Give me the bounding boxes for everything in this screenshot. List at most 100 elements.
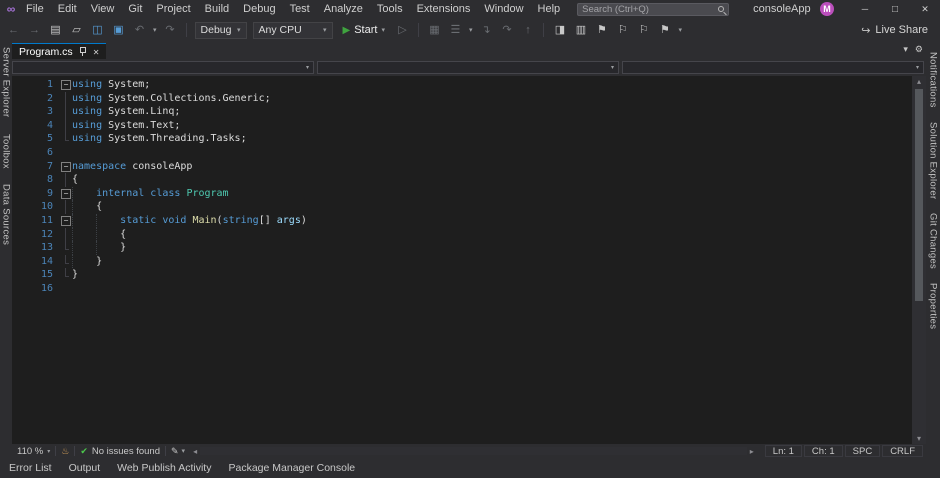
- editor-options-gear-icon[interactable]: ⚙: [915, 44, 923, 55]
- build-selection-icon[interactable]: ☰: [448, 22, 463, 38]
- vertical-scrollbar[interactable]: [912, 76, 926, 444]
- code-line-4[interactable]: 4using System.Text;: [12, 119, 912, 133]
- menu-edit[interactable]: Edit: [51, 0, 84, 18]
- line-number[interactable]: 5: [12, 132, 60, 146]
- scroll-down-icon[interactable]: [912, 434, 926, 443]
- code-area[interactable]: 1using System;2using System.Collections.…: [12, 76, 912, 444]
- find-in-files-icon[interactable]: ◨: [552, 22, 567, 38]
- line-number[interactable]: 7: [12, 160, 60, 174]
- start-without-debugging-icon[interactable]: ▷: [395, 22, 410, 38]
- bottom-tab-web-publish-activity[interactable]: Web Publish Activity: [117, 462, 211, 474]
- code-editor[interactable]: 1using System;2using System.Collections.…: [12, 76, 926, 444]
- menu-help[interactable]: Help: [531, 0, 568, 18]
- menu-extensions[interactable]: Extensions: [410, 0, 478, 18]
- bottom-tab-output[interactable]: Output: [69, 462, 101, 474]
- solution-platforms-dropdown[interactable]: Any CPU: [253, 22, 333, 39]
- code-line-13[interactable]: 13 }: [12, 241, 912, 255]
- column-indicator[interactable]: Ch: 1: [804, 445, 843, 457]
- fold-toggle-icon[interactable]: [60, 214, 72, 228]
- bookmark-prev-icon[interactable]: ⚐: [615, 22, 630, 38]
- undo-icon[interactable]: ↶: [132, 22, 147, 38]
- comment-icon[interactable]: ▥: [573, 22, 588, 38]
- minimize-button[interactable]: [850, 0, 880, 18]
- bottom-tab-package-manager-console[interactable]: Package Manager Console: [228, 462, 355, 474]
- code-line-1[interactable]: 1using System;: [12, 78, 912, 92]
- zoom-control[interactable]: 110 %: [17, 446, 50, 457]
- search-box[interactable]: [577, 3, 729, 16]
- line-number[interactable]: 10: [12, 200, 60, 214]
- rail-tab-properties[interactable]: Properties: [928, 283, 939, 329]
- step-into-icon[interactable]: ↴: [478, 22, 493, 38]
- line-number[interactable]: 15: [12, 268, 60, 282]
- redo-icon[interactable]: ↷: [163, 22, 178, 38]
- menu-file[interactable]: File: [19, 0, 51, 18]
- line-ending-indicator[interactable]: CRLF: [882, 445, 923, 457]
- attach-to-process-icon[interactable]: ▦: [427, 22, 442, 38]
- solution-configurations-dropdown[interactable]: Debug: [195, 22, 247, 39]
- rail-tab-notifications[interactable]: Notifications: [928, 52, 939, 108]
- start-debugging-button[interactable]: Start: [339, 24, 389, 36]
- code-line-12[interactable]: 12 {: [12, 228, 912, 242]
- line-number[interactable]: 16: [12, 282, 60, 296]
- new-project-icon[interactable]: ▤: [48, 22, 63, 38]
- code-line-2[interactable]: 2using System.Collections.Generic;: [12, 92, 912, 106]
- line-number[interactable]: 8: [12, 173, 60, 187]
- breadcrumb-dropdown-1[interactable]: [12, 61, 314, 74]
- breadcrumb-dropdown-3[interactable]: [622, 61, 924, 74]
- line-number[interactable]: 11: [12, 214, 60, 228]
- code-line-5[interactable]: 5using System.Threading.Tasks;: [12, 132, 912, 146]
- code-line-14[interactable]: 14 }: [12, 255, 912, 269]
- document-health-indicator[interactable]: No issues found: [80, 446, 160, 457]
- horizontal-scrollbar[interactable]: [190, 444, 757, 458]
- line-number[interactable]: 12: [12, 228, 60, 242]
- scroll-up-icon[interactable]: [912, 77, 926, 86]
- spaces-indicator[interactable]: SPC: [845, 445, 881, 457]
- nav-back-icon[interactable]: ←: [6, 22, 21, 38]
- pin-tab-icon[interactable]: [79, 47, 87, 56]
- line-number[interactable]: 6: [12, 146, 60, 160]
- code-line-7[interactable]: 7namespace consoleApp: [12, 160, 912, 174]
- scrollbar-thumb[interactable]: [915, 89, 923, 301]
- step-out-icon[interactable]: ↑: [520, 22, 535, 38]
- bottom-tab-error-list[interactable]: Error List: [9, 462, 52, 474]
- tab-program-cs[interactable]: Program.cs: [12, 43, 106, 59]
- line-number[interactable]: 1: [12, 78, 60, 92]
- code-line-9[interactable]: 9 internal class Program: [12, 187, 912, 201]
- nav-forward-icon[interactable]: →: [27, 22, 42, 38]
- line-indicator[interactable]: Ln: 1: [765, 445, 802, 457]
- rail-tab-toolbox[interactable]: Toolbox: [1, 134, 12, 169]
- live-share-button[interactable]: Live Share: [861, 24, 928, 37]
- rail-tab-server-explorer[interactable]: Server Explorer: [1, 47, 12, 118]
- account-avatar[interactable]: M: [820, 2, 834, 16]
- close-tab-icon[interactable]: [93, 46, 100, 58]
- scrollbar-track[interactable]: [200, 447, 747, 455]
- open-file-icon[interactable]: ▱: [69, 22, 84, 38]
- breadcrumb-dropdown-2[interactable]: [317, 61, 619, 74]
- line-number[interactable]: 4: [12, 119, 60, 133]
- menu-git[interactable]: Git: [121, 0, 149, 18]
- fold-toggle-icon[interactable]: [60, 78, 72, 92]
- rail-tab-git-changes[interactable]: Git Changes: [928, 213, 939, 269]
- line-number[interactable]: 13: [12, 241, 60, 255]
- fold-toggle-icon[interactable]: [60, 187, 72, 201]
- menu-analyze[interactable]: Analyze: [317, 0, 370, 18]
- search-input[interactable]: [582, 4, 714, 15]
- maximize-button[interactable]: [880, 0, 910, 18]
- rail-tab-solution-explorer[interactable]: Solution Explorer: [928, 122, 939, 199]
- menu-debug[interactable]: Debug: [236, 0, 282, 18]
- code-cleanup-icon[interactable]: [61, 446, 69, 457]
- code-line-3[interactable]: 3using System.Linq;: [12, 105, 912, 119]
- code-line-10[interactable]: 10 {: [12, 200, 912, 214]
- code-line-15[interactable]: 15}: [12, 268, 912, 282]
- rail-tab-data-sources[interactable]: Data Sources: [1, 184, 12, 245]
- menu-window[interactable]: Window: [477, 0, 530, 18]
- code-line-16[interactable]: 16: [12, 282, 912, 296]
- edit-mode-control[interactable]: [171, 446, 185, 457]
- scroll-right-icon[interactable]: [747, 447, 757, 456]
- menu-project[interactable]: Project: [149, 0, 197, 18]
- fold-toggle-icon[interactable]: [60, 160, 72, 174]
- bookmark-next-icon[interactable]: ⚐: [636, 22, 651, 38]
- tab-list-chevron-icon[interactable]: ▾: [903, 44, 908, 55]
- code-line-8[interactable]: 8{: [12, 173, 912, 187]
- menu-build[interactable]: Build: [198, 0, 236, 18]
